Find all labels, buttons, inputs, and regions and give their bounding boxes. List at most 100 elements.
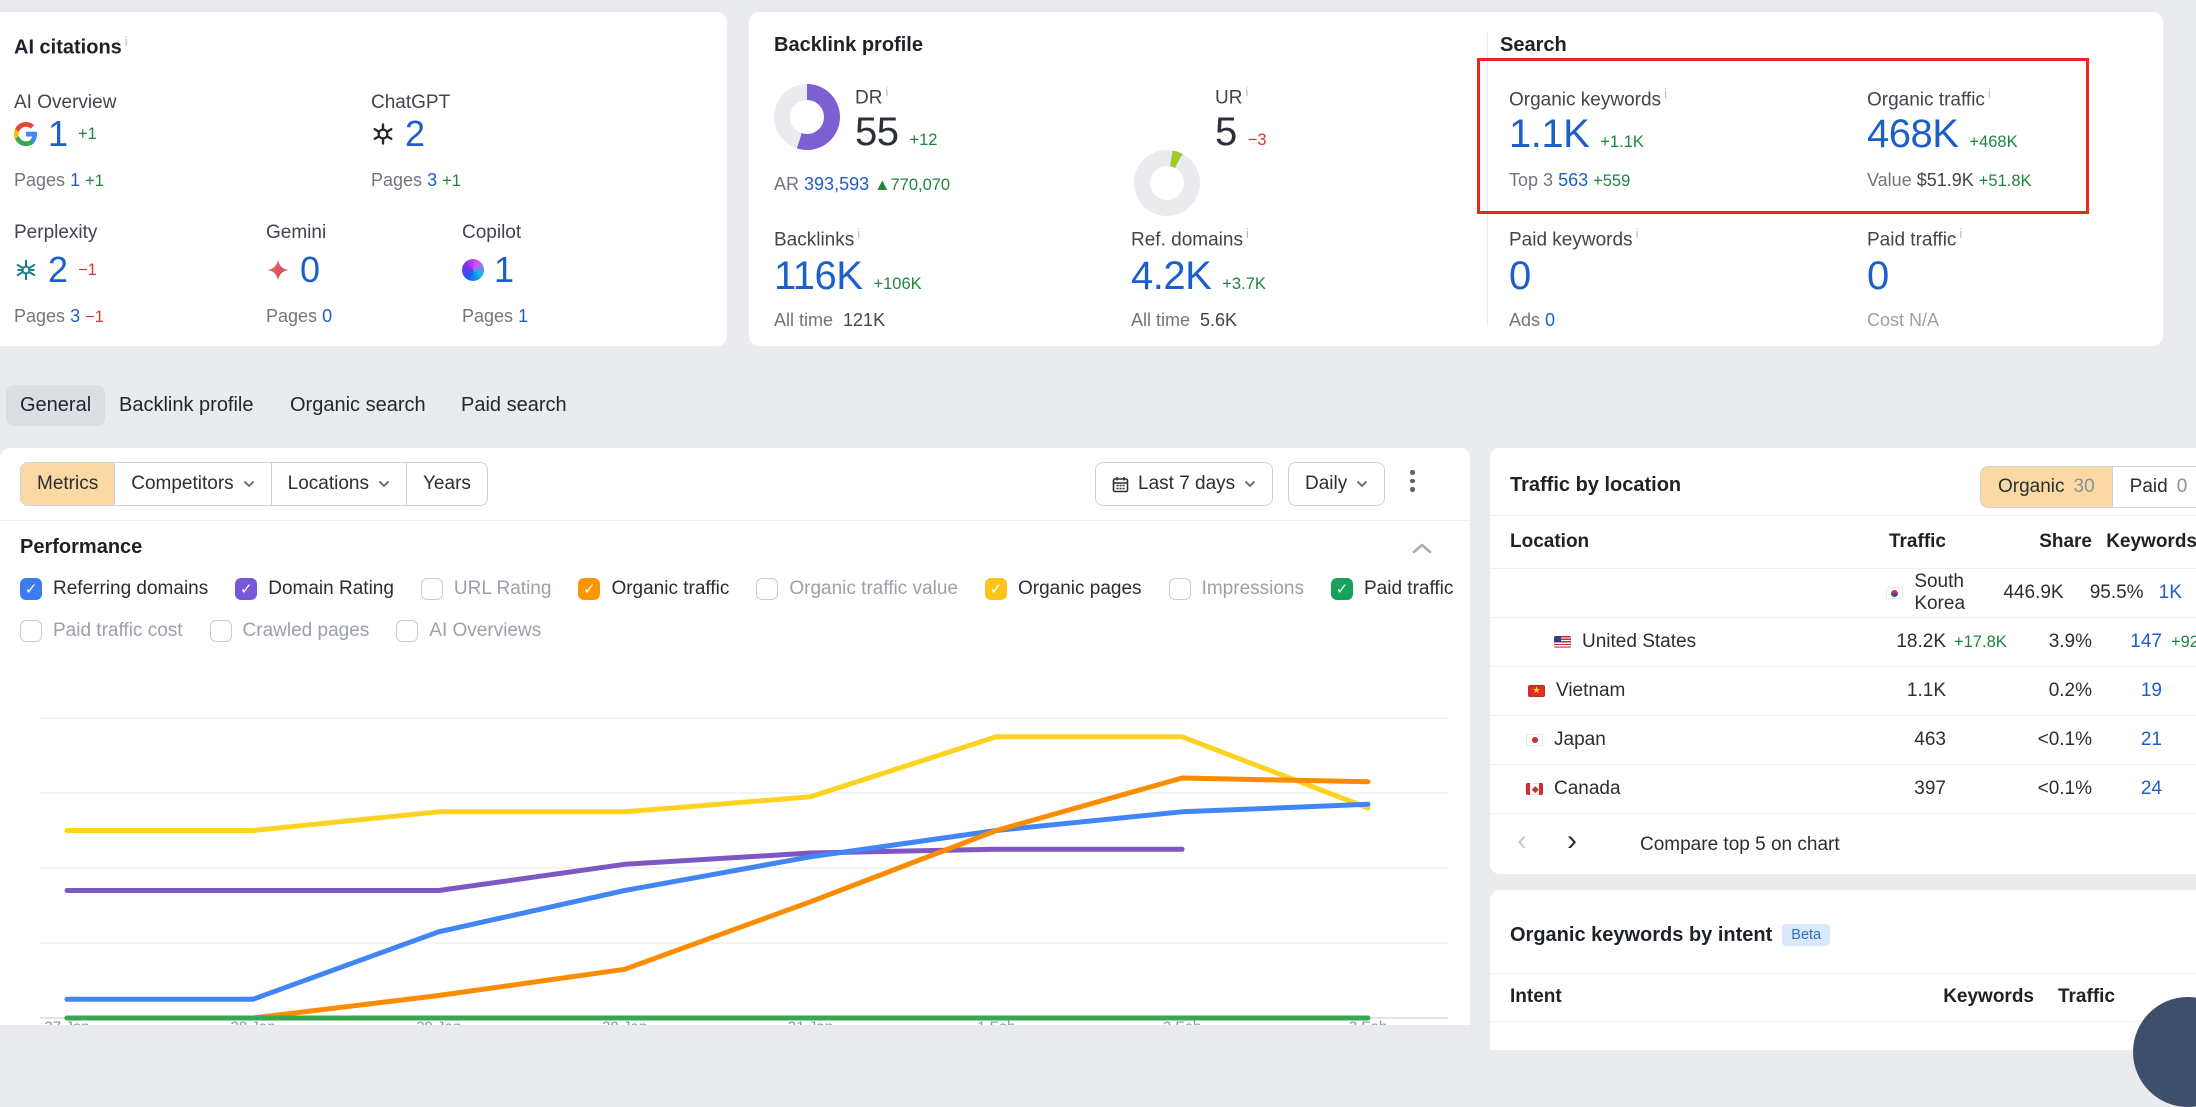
- metrics-button[interactable]: Metrics: [20, 462, 114, 506]
- column-intent[interactable]: Intent: [1510, 986, 1914, 1008]
- tab-backlink-profile[interactable]: Backlink profile: [105, 385, 268, 426]
- checkbox-icon: [578, 578, 600, 600]
- info-icon[interactable]: i: [125, 34, 128, 49]
- chevron-down-icon: [1244, 480, 1256, 488]
- column-traffic[interactable]: Traffic: [2034, 986, 2115, 1008]
- ur-metric: 5 −3: [1215, 112, 1267, 152]
- x-tick-label: 29 Jan: [416, 1019, 461, 1026]
- info-icon[interactable]: i: [857, 226, 860, 241]
- cost-row: Cost N/A: [1867, 310, 1939, 331]
- chatgpt-metric: 2: [371, 116, 425, 152]
- info-icon[interactable]: i: [1245, 84, 1248, 99]
- organic-keywords-metric: 1.1K +1.1K: [1509, 114, 1644, 154]
- checkbox-organic-pages[interactable]: Organic pages: [985, 578, 1142, 600]
- checkbox-icon: [235, 578, 257, 600]
- checkbox-organic-traffic-value[interactable]: Organic traffic value: [756, 578, 958, 600]
- south-korea-flag-icon: [1886, 587, 1903, 599]
- divider: [0, 520, 1470, 521]
- table-row-canada[interactable]: Canada 397 <0.1% 24: [1490, 765, 2196, 814]
- dr-donut: [774, 84, 840, 150]
- checkbox-impressions[interactable]: Impressions: [1169, 578, 1304, 600]
- checkbox-icon: [20, 578, 42, 600]
- japan-flag-icon: [1526, 734, 1543, 746]
- info-icon[interactable]: i: [1988, 86, 1991, 101]
- tab-paid-search[interactable]: Paid search: [447, 385, 581, 426]
- checkbox-paid-traffic[interactable]: Paid traffic: [1331, 578, 1453, 600]
- table-row-japan[interactable]: Japan 463 <0.1% 21: [1490, 716, 2196, 765]
- organic-traffic-value[interactable]: 468K: [1867, 114, 1958, 154]
- more-options-button[interactable]: [1400, 460, 1425, 502]
- refdomains-value[interactable]: 4.2K: [1131, 256, 1211, 296]
- checkbox-icon: [985, 578, 1007, 600]
- traffic-by-location-title: Traffic by location: [1510, 474, 1681, 497]
- refdomains-delta: +3.7K: [1222, 275, 1266, 294]
- checkbox-ai-overviews[interactable]: AI Overviews: [396, 620, 541, 642]
- column-keywords[interactable]: Keywords: [1914, 986, 2034, 1008]
- openai-icon: [371, 122, 395, 146]
- paid-traffic-value[interactable]: 0: [1867, 256, 1889, 296]
- organic-keywords-value[interactable]: 1.1K: [1509, 114, 1589, 154]
- chatgpt-value: 2: [405, 116, 425, 152]
- copilot-value: 1: [494, 252, 514, 288]
- performance-panel: Metrics Competitors Locations Years Last…: [0, 448, 1470, 1025]
- intent-table-header: Intent Keywords Traffic: [1490, 973, 2196, 1022]
- search-title: Search: [1500, 34, 1567, 57]
- refdomains-alltime: All time 5.6K: [1131, 310, 1237, 331]
- next-page-arrow-icon[interactable]: ›: [1567, 826, 1577, 856]
- competitors-button[interactable]: Competitors: [114, 462, 270, 506]
- checkbox-paid-traffic-cost[interactable]: Paid traffic cost: [20, 620, 183, 642]
- tab-general[interactable]: General: [6, 385, 105, 426]
- info-icon[interactable]: i: [1959, 226, 1962, 241]
- table-row-united-states[interactable]: United States 18.2K+17.8K 3.9% 147+92: [1490, 618, 2196, 667]
- toggle-paid[interactable]: Paid0: [2112, 466, 2196, 508]
- filter-group: Metrics Competitors Locations Years: [20, 462, 488, 506]
- locations-button[interactable]: Locations: [271, 462, 406, 506]
- checkbox-icon: [396, 620, 418, 642]
- checkbox-domain-rating[interactable]: Domain Rating: [235, 578, 394, 600]
- checkbox-organic-traffic[interactable]: Organic traffic: [578, 578, 729, 600]
- table-row-vietnam[interactable]: Vietnam 1.1K 0.2% 19: [1490, 667, 2196, 716]
- top3-row: Top 3 563 +559: [1509, 170, 1630, 191]
- checkbox-url-rating[interactable]: URL Rating: [421, 578, 552, 600]
- keywords-delta: +92: [2171, 633, 2196, 652]
- gemini-value: 0: [300, 252, 320, 288]
- table-row-south-korea[interactable]: South Korea 446.9K 95.5% 1K: [1490, 569, 2196, 618]
- paid-keywords-value[interactable]: 0: [1509, 256, 1531, 296]
- checkbox-icon: [756, 578, 778, 600]
- gemini-metric: 0: [266, 252, 320, 288]
- column-keywords[interactable]: Keywords: [2092, 531, 2196, 553]
- ur-donut: [1134, 150, 1200, 216]
- ai-overview-pages: Pages 1 +1: [14, 170, 104, 191]
- column-location[interactable]: Location: [1510, 531, 1752, 553]
- checkbox-crawled-pages[interactable]: Crawled pages: [210, 620, 370, 642]
- ads-row: Ads 0: [1509, 310, 1555, 331]
- collapse-chevron-up-icon[interactable]: [1412, 542, 1432, 554]
- copilot-icon: [462, 259, 484, 281]
- granularity-button[interactable]: Daily: [1288, 462, 1385, 506]
- compare-top5-link[interactable]: Compare top 5 on chart: [1640, 834, 1840, 856]
- tab-organic-search[interactable]: Organic search: [276, 385, 440, 426]
- info-icon[interactable]: i: [1636, 226, 1639, 241]
- toggle-organic[interactable]: Organic30: [1980, 466, 2112, 508]
- ai-overview-label: AI Overview: [14, 92, 116, 114]
- perplexity-label: Perplexity: [14, 222, 97, 244]
- dr-value: 55: [855, 112, 899, 152]
- years-button[interactable]: Years: [406, 462, 488, 506]
- dr-delta: +12: [910, 131, 938, 150]
- info-icon[interactable]: i: [1246, 226, 1249, 241]
- prev-page-arrow-icon[interactable]: ‹: [1517, 826, 1527, 856]
- backlinks-value[interactable]: 116K: [774, 256, 862, 296]
- x-tick-label: 30 Jan: [602, 1019, 647, 1026]
- date-range-button[interactable]: Last 7 days: [1095, 462, 1273, 506]
- paid-traffic-label: Paid traffici: [1867, 226, 1962, 251]
- ur-label: URi: [1215, 84, 1248, 109]
- x-tick-label: 2 Feb: [1163, 1019, 1201, 1026]
- x-tick-label: 3 Feb: [1349, 1019, 1387, 1026]
- info-icon[interactable]: i: [1664, 86, 1667, 101]
- column-traffic[interactable]: Traffic: [1752, 531, 1946, 553]
- checkbox-referring-domains[interactable]: Referring domains: [20, 578, 208, 600]
- canada-flag-icon: [1526, 783, 1543, 795]
- organic-traffic-delta: +468K: [1969, 133, 2017, 152]
- info-icon[interactable]: i: [885, 84, 888, 99]
- column-share[interactable]: Share: [1946, 531, 2092, 553]
